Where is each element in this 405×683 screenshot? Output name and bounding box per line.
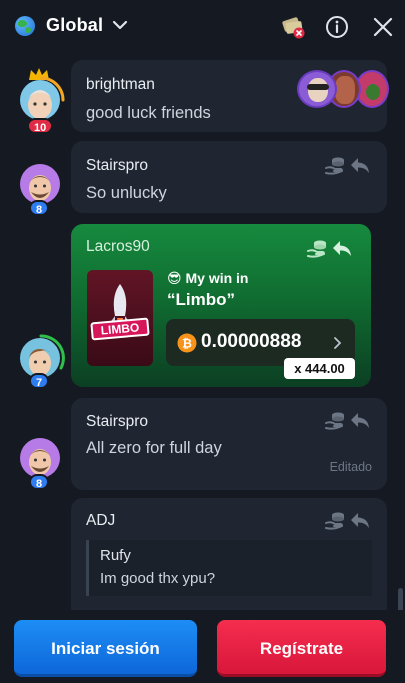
- auth-footer: Iniciar sesión Regístrate: [0, 610, 405, 683]
- reply-icon[interactable]: [349, 510, 371, 530]
- tip-icon[interactable]: [307, 238, 329, 258]
- chat-header: Global: [0, 0, 405, 56]
- message-actions: [325, 155, 371, 175]
- win-amount: 0.00000888: [201, 331, 302, 352]
- quoted-message[interactable]: Rufy Im good thx ypu?: [86, 540, 372, 596]
- message-bubble: Stairspro So unlucky: [71, 141, 387, 213]
- username[interactable]: brightman: [86, 76, 155, 94]
- message-text: good luck friends: [86, 104, 211, 122]
- globe-icon[interactable]: [15, 16, 35, 36]
- game-name[interactable]: “Limbo”: [167, 290, 235, 310]
- tip-icon[interactable]: [325, 510, 347, 530]
- level-badge: 7: [29, 373, 50, 389]
- tip-icon[interactable]: [325, 410, 347, 430]
- reply-icon[interactable]: [331, 238, 353, 258]
- reactor-avatar: [297, 70, 337, 108]
- username[interactable]: ADJ: [86, 512, 115, 530]
- win-label: 😎 My win in: [167, 270, 249, 286]
- level-badge: 8: [29, 474, 50, 490]
- tip-icon[interactable]: [325, 155, 347, 175]
- username[interactable]: Stairspro: [86, 413, 148, 431]
- avatar[interactable]: [20, 164, 60, 204]
- chat-room-title[interactable]: Global: [46, 15, 103, 36]
- memoji-face-icon: [29, 449, 51, 475]
- reply-icon[interactable]: [349, 410, 371, 430]
- message-bubble: brightman good luck friends: [71, 60, 389, 132]
- level-badge: 10: [27, 118, 54, 134]
- memoji-face-icon: [28, 90, 52, 119]
- svg-text:₿: ₿: [182, 337, 192, 351]
- register-button[interactable]: Regístrate: [217, 620, 386, 677]
- message-actions: [307, 238, 353, 258]
- avatar[interactable]: [20, 438, 60, 478]
- reaction-avatars[interactable]: [297, 68, 389, 110]
- level-badge: 8: [29, 200, 50, 216]
- username[interactable]: Lacros90: [86, 238, 150, 256]
- bitcoin-icon: ₿: [177, 333, 197, 353]
- message-bubble: Stairspro All zero for full day Editado: [71, 398, 387, 490]
- chat-message-list[interactable]: 10 brightman good luck friends 8 Stairsp…: [0, 56, 405, 610]
- chevron-right-icon: [334, 337, 342, 349]
- username[interactable]: Stairspro: [86, 157, 148, 175]
- avatar[interactable]: [20, 80, 60, 120]
- message-bubble: ADJ Rufy Im good thx ypu?: [71, 498, 387, 610]
- reply-icon[interactable]: [349, 155, 371, 175]
- login-button[interactable]: Iniciar sesión: [14, 620, 197, 677]
- message-actions: [325, 510, 371, 530]
- message-actions: [325, 410, 371, 430]
- close-icon[interactable]: [370, 14, 396, 40]
- quoted-username: Rufy: [100, 547, 131, 564]
- rain-icon[interactable]: [280, 14, 306, 40]
- message-text: So unlucky: [86, 184, 167, 202]
- game-thumbnail[interactable]: LIMBO: [87, 270, 153, 366]
- avatar[interactable]: [20, 338, 60, 378]
- multiplier-badge: x 444.00: [284, 358, 355, 379]
- edited-label: Editado: [329, 460, 372, 474]
- memoji-face-icon: [29, 175, 51, 201]
- message-text: All zero for full day: [86, 439, 222, 457]
- memoji-face-icon: [29, 348, 51, 376]
- chevron-down-icon[interactable]: [111, 16, 129, 34]
- quoted-text: Im good thx ypu?: [100, 570, 216, 587]
- scrollbar-thumb[interactable]: [398, 588, 403, 610]
- info-icon[interactable]: [324, 14, 350, 40]
